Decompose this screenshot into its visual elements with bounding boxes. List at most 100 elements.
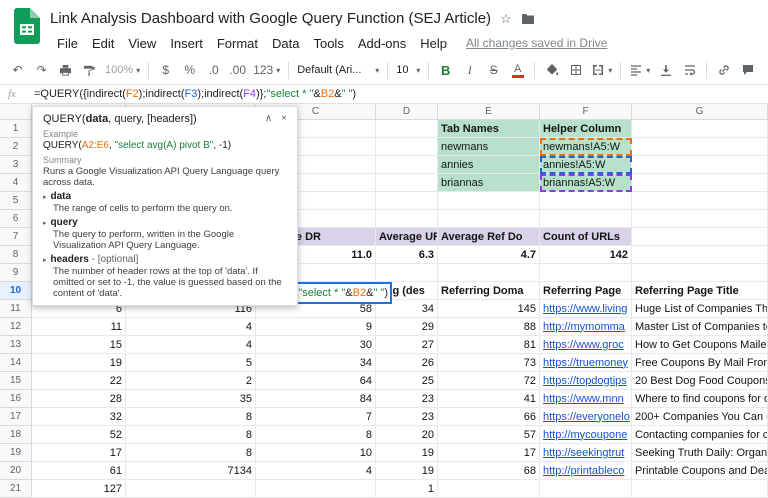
cell-F19[interactable]: http://seekingtrut: [540, 444, 632, 462]
cell-G11[interactable]: Huge List of Companies Tha: [632, 300, 768, 318]
menu-tools[interactable]: Tools: [306, 33, 350, 54]
collapse-icon[interactable]: ∧: [265, 113, 272, 125]
cell-F1[interactable]: Helper Column: [540, 120, 632, 138]
row-header-13[interactable]: 13: [0, 336, 32, 354]
cell-C21[interactable]: [256, 480, 376, 498]
print-button[interactable]: [54, 58, 77, 82]
cell-F12[interactable]: http://mymomma: [540, 318, 632, 336]
formula-input[interactable]: =QUERY({indirect(F2);indirect(F3);indire…: [34, 88, 356, 100]
cell-D6[interactable]: [376, 210, 438, 228]
cell-F11[interactable]: https://www.living: [540, 300, 632, 318]
cell-D9[interactable]: [376, 264, 438, 282]
row-header-18[interactable]: 18: [0, 426, 32, 444]
row-header-21[interactable]: 21: [0, 480, 32, 498]
learn-more-link[interactable]: Learn more about QUERY: [43, 304, 287, 306]
cell-D8[interactable]: 6.3: [376, 246, 438, 264]
font-size-select[interactable]: 10 ▾: [393, 58, 423, 82]
cell-D21[interactable]: 1: [376, 480, 438, 498]
cell-D15[interactable]: 25: [376, 372, 438, 390]
row-header-3[interactable]: 3: [0, 156, 32, 174]
cell-G19[interactable]: Seeking Truth Daily: Organic: [632, 444, 768, 462]
cell-F6[interactable]: [540, 210, 632, 228]
cell-E10[interactable]: Referring Doma: [438, 282, 540, 300]
cell-G16[interactable]: Where to find coupons for or: [632, 390, 768, 408]
cell-C12[interactable]: 9: [256, 318, 376, 336]
cell-E19[interactable]: 17: [438, 444, 540, 462]
cell-G20[interactable]: Printable Coupons and Deal: [632, 462, 768, 480]
borders-button[interactable]: [564, 58, 587, 82]
fill-color-button[interactable]: [540, 58, 563, 82]
cell-A20[interactable]: 61: [32, 462, 126, 480]
cell-E16[interactable]: 41: [438, 390, 540, 408]
cell-G9[interactable]: [632, 264, 768, 282]
menu-insert[interactable]: Insert: [163, 33, 210, 54]
row-header-12[interactable]: 12: [0, 318, 32, 336]
cell-D14[interactable]: 26: [376, 354, 438, 372]
cell-E14[interactable]: 73: [438, 354, 540, 372]
number-format-button[interactable]: 123 ▾: [250, 58, 283, 82]
cell-E12[interactable]: 88: [438, 318, 540, 336]
cell-E6[interactable]: [438, 210, 540, 228]
disclosure-icon[interactable]: ▸: [43, 257, 47, 264]
cell-G8[interactable]: [632, 246, 768, 264]
close-icon[interactable]: ×: [281, 113, 287, 125]
cell-E2[interactable]: newmans: [438, 138, 540, 156]
row-header-2[interactable]: 2: [0, 138, 32, 156]
cell-F3[interactable]: annies!A5:W: [540, 156, 632, 174]
cell-G4[interactable]: [632, 174, 768, 192]
column-header-G[interactable]: G: [632, 104, 768, 120]
cell-G21[interactable]: [632, 480, 768, 498]
row-header-6[interactable]: 6: [0, 210, 32, 228]
cell-C14[interactable]: 34: [256, 354, 376, 372]
row-header-17[interactable]: 17: [0, 408, 32, 426]
cell-G2[interactable]: [632, 138, 768, 156]
cell-D1[interactable]: [376, 120, 438, 138]
format-currency-button[interactable]: $: [154, 58, 177, 82]
strikethrough-button[interactable]: S: [482, 58, 505, 82]
cell-F4[interactable]: briannas!A5:W: [540, 174, 632, 192]
cell-E3[interactable]: annies: [438, 156, 540, 174]
cell-B12[interactable]: 4: [126, 318, 256, 336]
row-header-4[interactable]: 4: [0, 174, 32, 192]
cell-F9[interactable]: [540, 264, 632, 282]
menu-edit[interactable]: Edit: [85, 33, 121, 54]
cell-B20[interactable]: 7134: [126, 462, 256, 480]
menu-file[interactable]: File: [50, 33, 85, 54]
cell-A13[interactable]: 15: [32, 336, 126, 354]
cell-D20[interactable]: 19: [376, 462, 438, 480]
grid-corner[interactable]: [0, 104, 32, 120]
cell-E13[interactable]: 81: [438, 336, 540, 354]
cell-F20[interactable]: http://printableco: [540, 462, 632, 480]
cell-F15[interactable]: https://topdogtips: [540, 372, 632, 390]
row-header-15[interactable]: 15: [0, 372, 32, 390]
cell-D4[interactable]: [376, 174, 438, 192]
cell-F5[interactable]: [540, 192, 632, 210]
cell-B18[interactable]: 8: [126, 426, 256, 444]
cell-B16[interactable]: 35: [126, 390, 256, 408]
vertical-align-button[interactable]: [654, 58, 677, 82]
star-icon[interactable]: ☆: [500, 12, 512, 25]
cell-G10[interactable]: Referring Page Title: [632, 282, 768, 300]
disclosure-icon[interactable]: ▸: [43, 220, 47, 227]
cell-A21[interactable]: 127: [32, 480, 126, 498]
cell-G17[interactable]: 200+ Companies You Can C: [632, 408, 768, 426]
cell-F7[interactable]: Count of URLs: [540, 228, 632, 246]
row-header-16[interactable]: 16: [0, 390, 32, 408]
cell-D16[interactable]: 23: [376, 390, 438, 408]
cell-A16[interactable]: 28: [32, 390, 126, 408]
folder-icon[interactable]: [521, 13, 535, 25]
menu-addons[interactable]: Add-ons: [351, 33, 413, 54]
cell-B19[interactable]: 8: [126, 444, 256, 462]
cell-A19[interactable]: 17: [32, 444, 126, 462]
row-header-14[interactable]: 14: [0, 354, 32, 372]
cell-C18[interactable]: 8: [256, 426, 376, 444]
cell-G5[interactable]: [632, 192, 768, 210]
sheets-logo-icon[interactable]: [14, 8, 40, 44]
decrease-decimal-button[interactable]: .0: [202, 58, 225, 82]
cell-B13[interactable]: 4: [126, 336, 256, 354]
cell-E9[interactable]: [438, 264, 540, 282]
cell-E5[interactable]: [438, 192, 540, 210]
cell-G14[interactable]: Free Coupons By Mail From: [632, 354, 768, 372]
cell-F17[interactable]: https://everyonelo: [540, 408, 632, 426]
cell-F8[interactable]: 142: [540, 246, 632, 264]
